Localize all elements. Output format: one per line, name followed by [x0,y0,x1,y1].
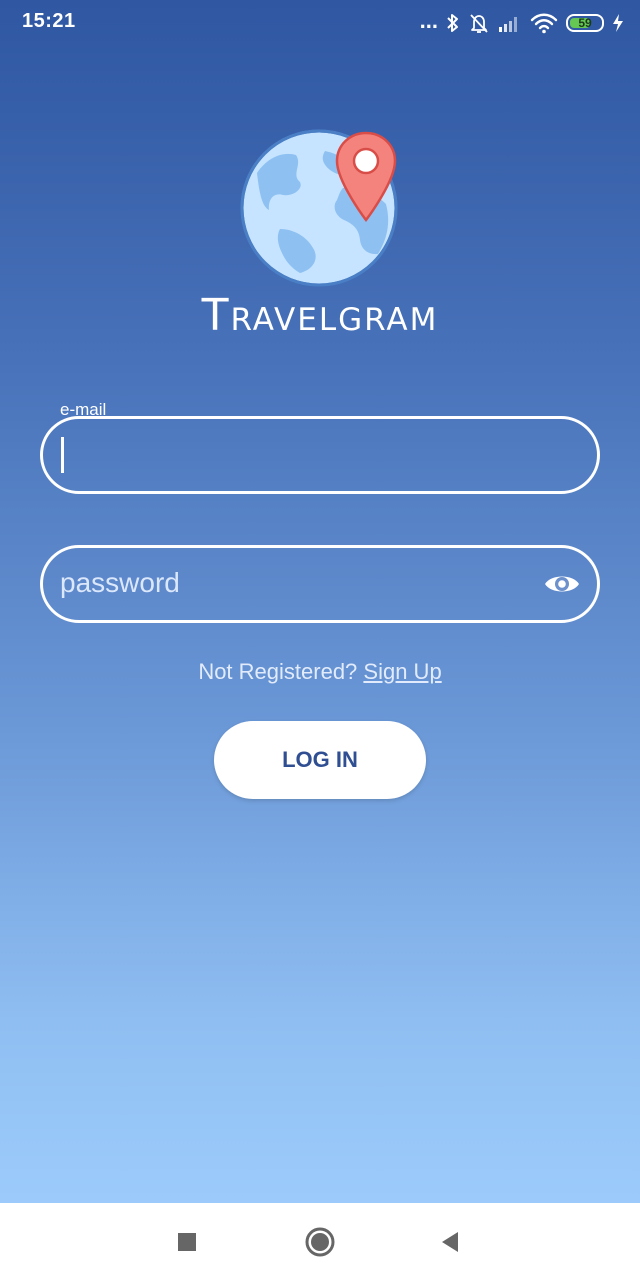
travelgram-logo-icon [240,129,398,287]
status-icons: ... 59 [420,8,624,38]
signal-icon [499,17,517,32]
login-button[interactable]: LOG IN [214,721,426,799]
home-icon [305,1227,335,1257]
text-cursor [61,437,64,473]
more-dots-icon: ... [419,8,438,33]
password-placeholder: password [60,567,180,598]
back-icon [442,1232,458,1252]
app-title-rest: ravelgram [230,290,439,341]
email-field[interactable] [40,416,600,494]
show-password-icon [545,576,579,592]
battery-level: 59 [578,16,592,30]
home-button[interactable] [304,1226,336,1258]
register-prompt-text: Not Registered? [198,659,364,684]
login-screen: 15:21 ... 59 Travelgram e-mail password … [0,0,640,1280]
wifi-icon [530,13,558,34]
app-title: Travelgram [0,290,640,341]
battery-icon: 59 [566,14,604,32]
recent-apps-icon [178,1233,196,1251]
bluetooth-icon [447,14,458,32]
signup-link[interactable]: Sign Up [363,659,441,684]
status-bar: 15:21 ... 59 [0,0,640,46]
status-time: 15:21 [22,10,76,32]
mute-bell-icon [470,14,488,33]
app-title-initial: T [201,290,231,341]
email-input[interactable] [61,419,535,493]
password-field[interactable]: password [40,545,600,623]
eye-icon[interactable] [543,566,581,602]
register-prompt: Not Registered? Sign Up [0,659,640,685]
navigation-bar [0,1203,640,1280]
recent-apps-button[interactable] [171,1226,203,1258]
back-button[interactable] [434,1226,466,1258]
charging-icon [613,14,623,32]
